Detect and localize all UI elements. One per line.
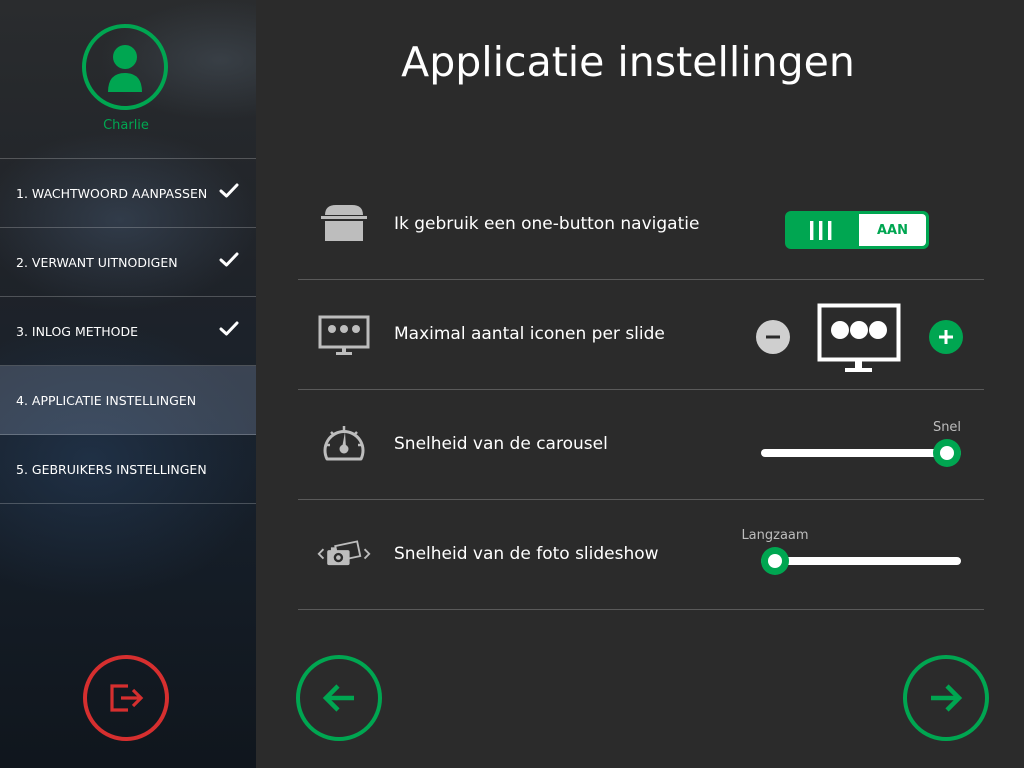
sidebar-item-wachtwoord[interactable]: 1. WACHTWOORD AANPASSEN bbox=[0, 159, 256, 228]
increase-icons-button[interactable] bbox=[929, 320, 963, 354]
sidebar-item-label: 1. WACHTWOORD AANPASSEN bbox=[16, 185, 208, 201]
slider-track[interactable] bbox=[761, 557, 961, 565]
sidebar-item-label: 4. APPLICATIE INSTELLINGEN bbox=[16, 392, 197, 408]
sidebar-item-label: 3. INLOG METHODE bbox=[16, 323, 139, 339]
minus-icon bbox=[766, 335, 780, 339]
setting-row-carousel-speed: Snelheid van de carousel Snel bbox=[298, 389, 984, 500]
setting-label: Ik gebruik een one-button navigatie bbox=[394, 214, 700, 234]
sidebar-item-verwant[interactable]: 2. VERWANT UITNODIGEN bbox=[0, 228, 256, 297]
arrow-left-icon bbox=[322, 684, 354, 712]
setting-row-one-button: Ik gebruik een one-button navigatie AAN bbox=[298, 169, 984, 280]
slider-thumb[interactable] bbox=[761, 547, 789, 575]
sidebar-item-label: 5. GEBRUIKERS INSTELLINGEN bbox=[16, 461, 207, 477]
setting-label: Snelheid van de carousel bbox=[394, 434, 608, 454]
sidebar-item-applicatie[interactable]: 4. APPLICATIE INSTELLINGEN bbox=[0, 366, 256, 435]
arrow-right-icon bbox=[931, 684, 963, 712]
setting-row-slideshow-speed: Snelheid van de foto slideshow Langzaam bbox=[298, 499, 984, 610]
monitor-three-dots-icon bbox=[817, 303, 901, 372]
user-icon bbox=[108, 45, 142, 92]
photo-slideshow-icon bbox=[317, 540, 371, 566]
one-button-toggle[interactable]: AAN bbox=[785, 211, 929, 249]
sidebar-item-inlog[interactable]: 3. INLOG METHODE bbox=[0, 297, 256, 366]
setting-label: Maximal aantal iconen per slide bbox=[394, 324, 665, 344]
plus-icon bbox=[939, 330, 953, 344]
main-panel: Applicatie instellingen Ik gebruik een o… bbox=[256, 0, 1024, 768]
toggle-state-label: AAN bbox=[859, 214, 926, 246]
checkmark-icon bbox=[219, 252, 239, 267]
toggle-grip-icon bbox=[810, 221, 832, 240]
slider-thumb[interactable] bbox=[933, 439, 961, 467]
slider-value-caption: Langzaam bbox=[741, 528, 809, 543]
sidebar: Charlie 1. WACHTWOORD AANPASSEN 2. VERWA… bbox=[0, 0, 256, 768]
previous-button[interactable] bbox=[296, 655, 382, 741]
checkmark-icon bbox=[219, 183, 239, 198]
next-button[interactable] bbox=[903, 655, 989, 741]
user-name: Charlie bbox=[103, 118, 149, 133]
slideshow-speed-slider[interactable]: Langzaam bbox=[741, 528, 961, 580]
carousel-speed-slider[interactable]: Snel bbox=[761, 420, 961, 472]
button-icon bbox=[321, 205, 367, 241]
logout-button[interactable] bbox=[83, 655, 169, 741]
sidebar-item-label: 2. VERWANT UITNODIGEN bbox=[16, 254, 178, 270]
monitor-dots-icon bbox=[318, 315, 370, 355]
slider-track[interactable] bbox=[761, 449, 961, 457]
logout-icon bbox=[110, 684, 144, 712]
setting-row-icons-per-slide: Maximal aantal iconen per slide bbox=[298, 279, 984, 390]
sidebar-item-gebruikers[interactable]: 5. GEBRUIKERS INSTELLINGEN bbox=[0, 435, 256, 504]
slider-value-caption: Snel bbox=[932, 420, 962, 435]
decrease-icons-button[interactable] bbox=[756, 320, 790, 354]
setting-label: Snelheid van de foto slideshow bbox=[394, 544, 659, 564]
checkmark-icon bbox=[219, 321, 239, 336]
page-title: Applicatie instellingen bbox=[401, 38, 855, 86]
settings-steps-nav: 1. WACHTWOORD AANPASSEN 2. VERWANT UITNO… bbox=[0, 158, 256, 504]
speedometer-icon bbox=[323, 426, 365, 461]
avatar[interactable] bbox=[82, 24, 168, 110]
